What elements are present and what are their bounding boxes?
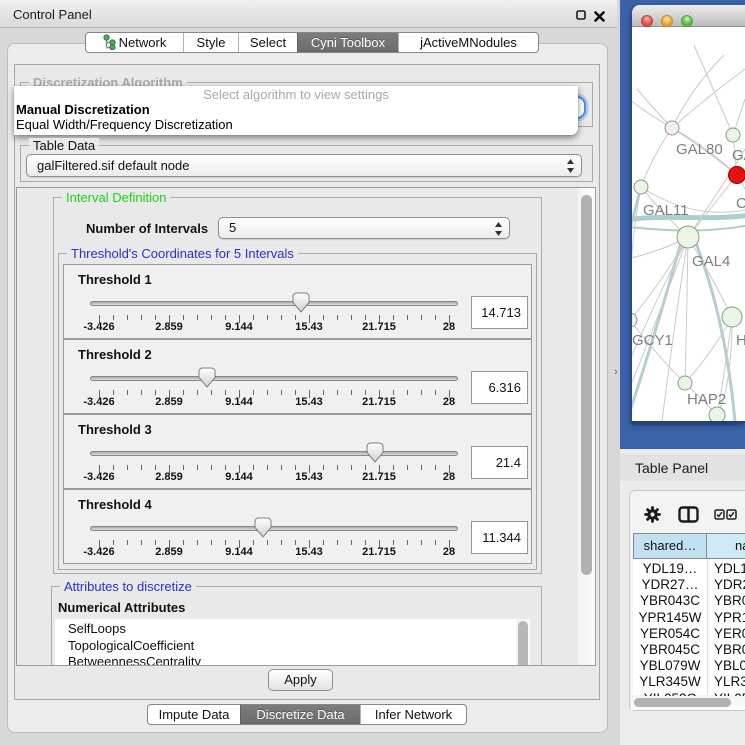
svg-text:GA: GA <box>732 147 745 164</box>
svg-text:GAL80: GAL80 <box>676 141 723 158</box>
svg-text:H: H <box>736 332 745 349</box>
svg-text:GCY1: GCY1 <box>632 332 673 349</box>
svg-text:HAP2: HAP2 <box>687 391 726 408</box>
svg-text:C: C <box>736 195 745 212</box>
svg-text:GAL4: GAL4 <box>692 253 730 270</box>
svg-text:GAL11: GAL11 <box>643 202 689 219</box>
